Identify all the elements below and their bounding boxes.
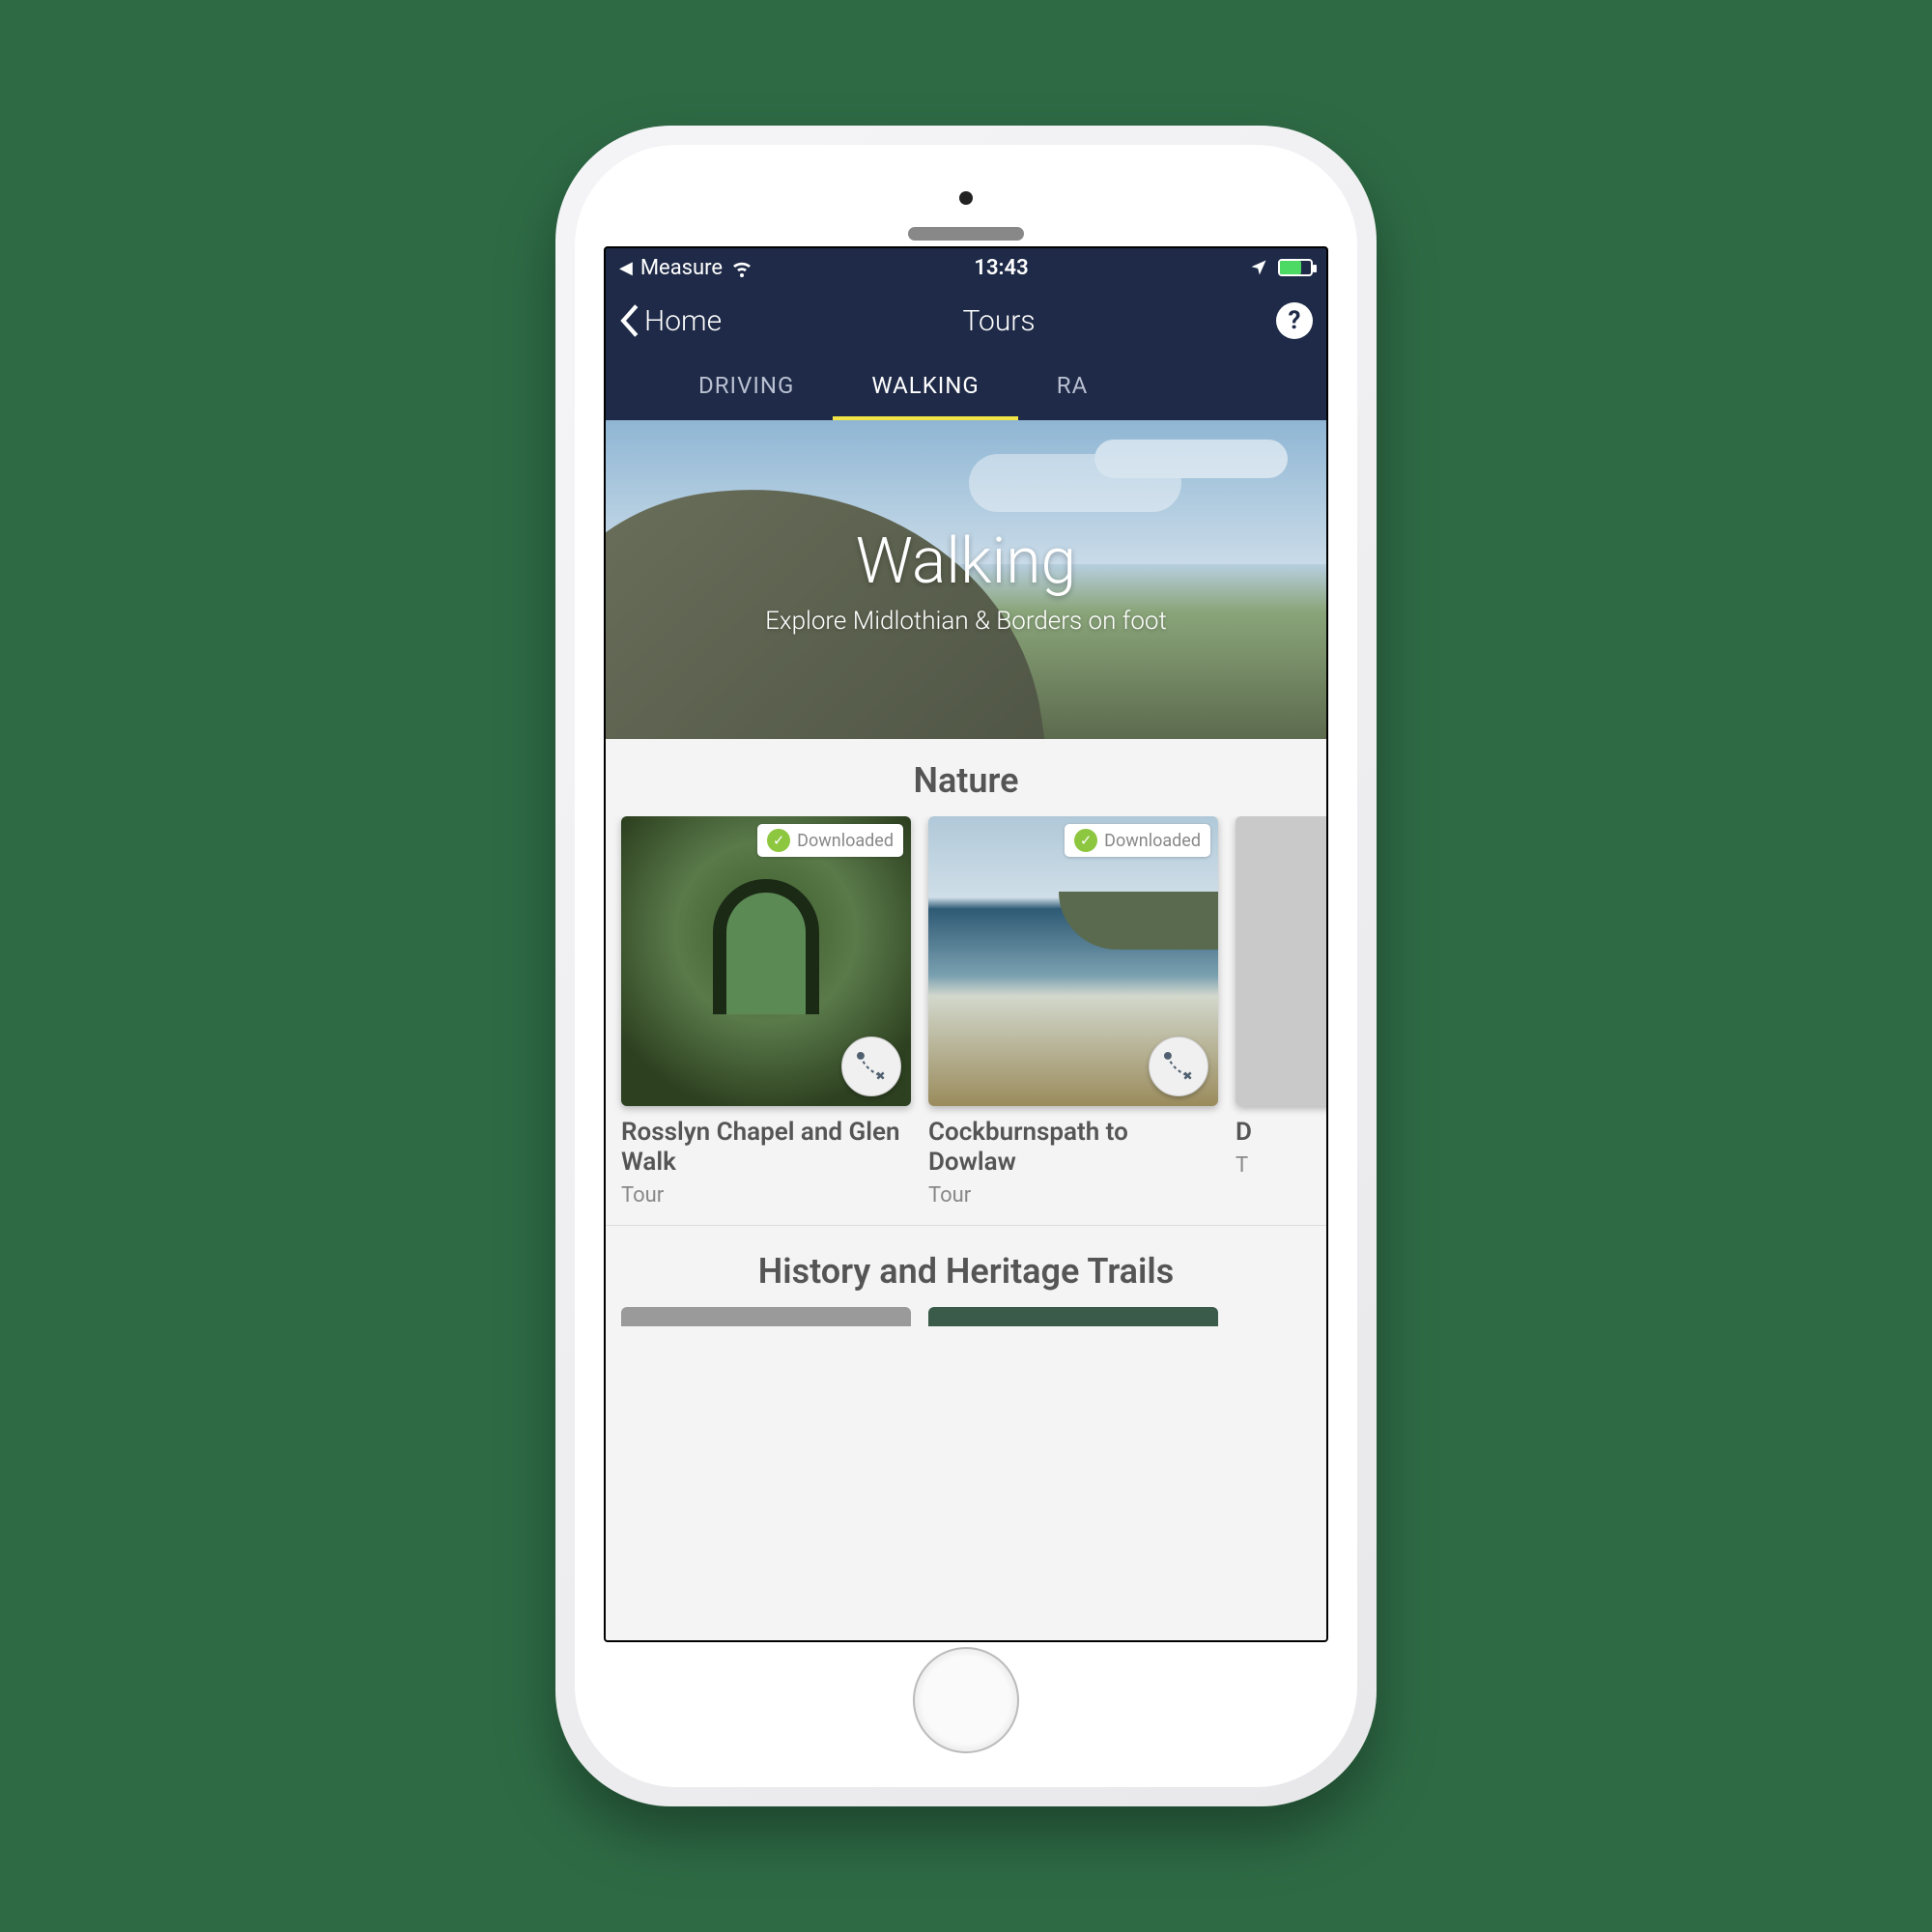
- card-row-nature[interactable]: ✓ Downloaded Rosslyn Chapel and Glen Wal…: [606, 816, 1326, 1226]
- help-icon: ?: [1289, 306, 1301, 335]
- badge-label: Downloaded: [1104, 831, 1201, 851]
- back-label: Home: [644, 304, 722, 338]
- home-button[interactable]: [913, 1647, 1019, 1753]
- tab-driving[interactable]: DRIVING: [660, 355, 833, 420]
- tab-rail-partial[interactable]: RA: [1018, 355, 1126, 420]
- section-title-nature: Nature: [606, 760, 1326, 801]
- status-back-app[interactable]: ◀ Measure: [619, 256, 753, 280]
- tabs-bar: DRIVING WALKING RA: [606, 355, 1326, 420]
- route-icon[interactable]: [1149, 1037, 1208, 1096]
- help-button[interactable]: ?: [1276, 302, 1313, 339]
- wifi-icon: [730, 256, 753, 279]
- chevron-left-icon: [619, 304, 640, 337]
- tour-card-peek[interactable]: [928, 1307, 1218, 1326]
- hero-clouds: [1094, 440, 1288, 478]
- tour-type: Tour: [621, 1183, 911, 1208]
- status-bar: ◀ Measure 13:43: [606, 248, 1326, 287]
- cloud-check-icon: ✓: [767, 829, 790, 852]
- hero-subtitle: Explore Midlothian & Borders on foot: [765, 607, 1167, 636]
- tour-image: ✓ Downloaded: [928, 816, 1218, 1106]
- phone-camera: [959, 191, 973, 205]
- downloaded-badge: ✓ Downloaded: [757, 824, 903, 857]
- page-title: Tours: [963, 304, 1036, 338]
- location-icon: [1249, 258, 1268, 277]
- tour-card[interactable]: ✓ Downloaded Rosslyn Chapel and Glen Wal…: [621, 816, 911, 1208]
- status-time: 13:43: [974, 256, 1028, 280]
- app-screen: ◀ Measure 13:43 Home Tours ?: [604, 246, 1328, 1642]
- nav-bar: Home Tours ?: [606, 287, 1326, 355]
- back-button[interactable]: Home: [619, 304, 722, 338]
- section-title-history: History and Heritage Trails: [606, 1251, 1326, 1292]
- battery-icon: [1278, 259, 1313, 276]
- status-app-label: Measure: [640, 256, 723, 280]
- tour-image: ✓ Downloaded: [621, 816, 911, 1106]
- content-scroll[interactable]: Walking Explore Midlothian & Borders on …: [606, 420, 1326, 1640]
- tab-walking[interactable]: WALKING: [833, 355, 1017, 420]
- downloaded-badge: ✓ Downloaded: [1065, 824, 1210, 857]
- back-triangle-icon: ◀: [619, 258, 633, 278]
- tour-type: Tour: [928, 1183, 1218, 1208]
- tour-image: [1236, 816, 1326, 1106]
- phone-frame: ◀ Measure 13:43 Home Tours ?: [555, 126, 1377, 1806]
- route-icon[interactable]: [841, 1037, 901, 1096]
- hero-title: Walking: [856, 525, 1076, 599]
- status-right: [1249, 258, 1313, 277]
- phone-speaker: [908, 227, 1024, 241]
- cloud-check-icon: ✓: [1074, 829, 1097, 852]
- tour-card[interactable]: ✓ Downloaded Cockburnspath to Dowlaw Tou…: [928, 816, 1218, 1208]
- tour-card-peek[interactable]: [621, 1307, 911, 1326]
- badge-label: Downloaded: [797, 831, 894, 851]
- tour-card[interactable]: D T: [1236, 816, 1326, 1208]
- hero-banner: Walking Explore Midlothian & Borders on …: [606, 420, 1326, 739]
- tour-title: Rosslyn Chapel and Glen Walk: [621, 1118, 911, 1178]
- tour-title: D: [1236, 1118, 1326, 1148]
- tour-type: T: [1236, 1153, 1326, 1178]
- tour-title: Cockburnspath to Dowlaw: [928, 1118, 1218, 1178]
